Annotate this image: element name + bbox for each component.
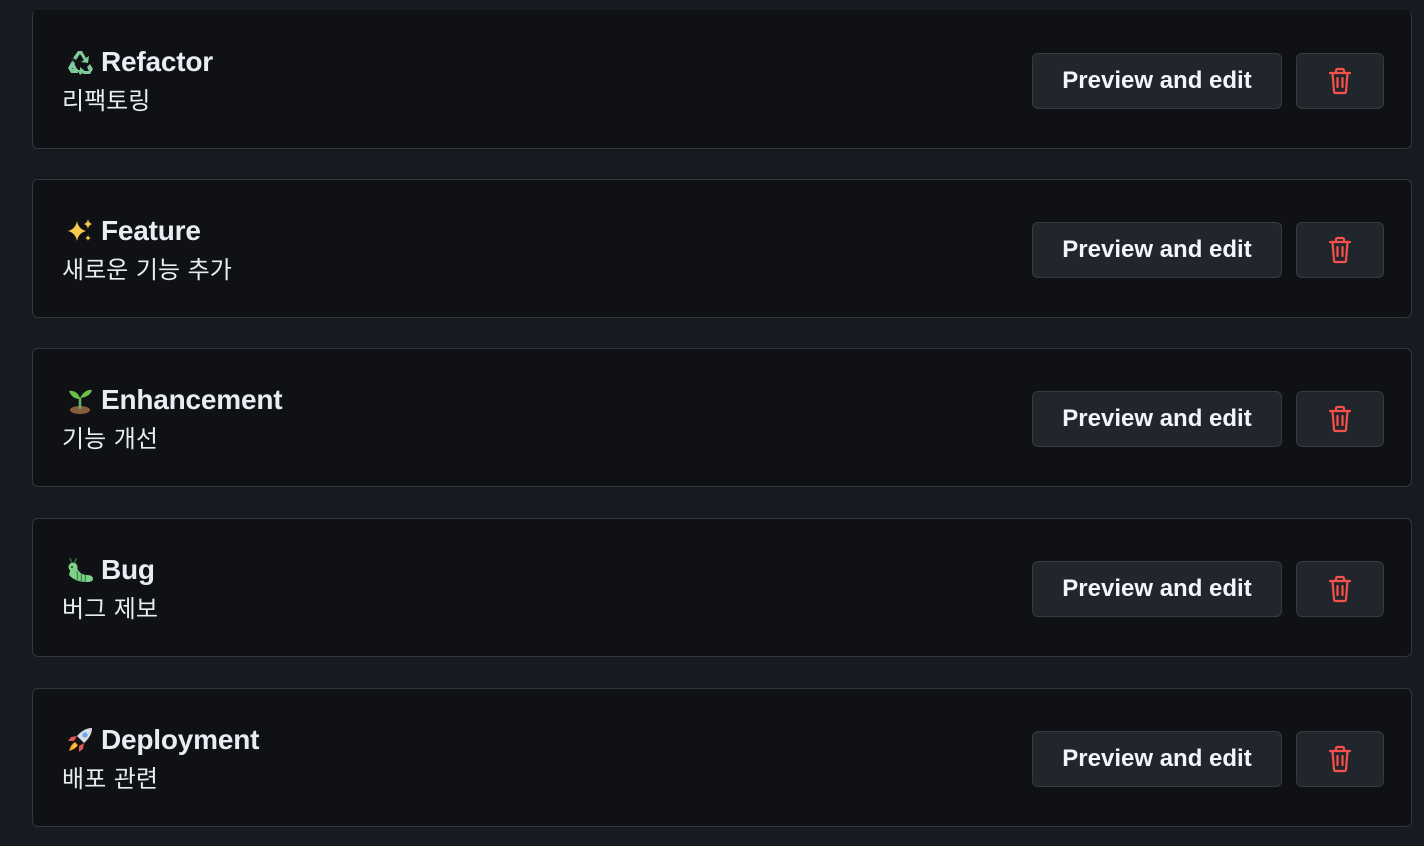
seedling-icon [65, 385, 95, 415]
template-title-row: Enhancement [65, 383, 283, 417]
delete-button[interactable] [1296, 53, 1384, 109]
template-description: 리팩토링 [62, 87, 151, 115]
template-card-deployment: Deployment 배포 관련 Preview and edit [32, 688, 1412, 827]
sparkles-icon [65, 216, 95, 246]
template-title-row: Bug [65, 553, 155, 587]
preview-and-edit-button[interactable]: Preview and edit [1032, 53, 1282, 109]
delete-button[interactable] [1296, 561, 1384, 617]
template-description: 기능 개선 [62, 425, 158, 453]
trash-icon [1328, 67, 1352, 95]
delete-button[interactable] [1296, 391, 1384, 447]
delete-button[interactable] [1296, 731, 1384, 787]
preview-and-edit-button[interactable]: Preview and edit [1032, 561, 1282, 617]
template-title: Deployment [101, 724, 260, 755]
template-title-row: Deployment [65, 723, 259, 757]
issue-template-list: Refactor 리팩토링 Preview and edit Feature 새… [0, 0, 1424, 846]
template-description: 배포 관련 [62, 765, 158, 793]
preview-and-edit-button[interactable]: Preview and edit [1032, 731, 1282, 787]
template-card-enhancement: Enhancement 기능 개선 Preview and edit [32, 348, 1412, 487]
trash-icon [1328, 236, 1352, 264]
rocket-icon [65, 725, 95, 755]
preview-and-edit-button[interactable]: Preview and edit [1032, 222, 1282, 278]
preview-and-edit-button[interactable]: Preview and edit [1032, 391, 1282, 447]
template-description: 새로운 기능 추가 [62, 256, 232, 284]
template-title: Feature [101, 215, 201, 246]
trash-icon [1328, 745, 1352, 773]
template-card-bug: Bug 버그 제보 Preview and edit [32, 518, 1412, 657]
template-title-row: Feature [65, 214, 201, 248]
template-title: Bug [101, 554, 155, 585]
delete-button[interactable] [1296, 222, 1384, 278]
template-title: Enhancement [101, 384, 283, 415]
trash-icon [1328, 405, 1352, 433]
template-card-refactor: Refactor 리팩토링 Preview and edit [32, 10, 1412, 149]
template-title-row: Refactor [65, 45, 213, 79]
template-description: 버그 제보 [62, 595, 158, 623]
template-card-feature: Feature 새로운 기능 추가 Preview and edit [32, 179, 1412, 318]
bug-icon [65, 555, 95, 585]
trash-icon [1328, 575, 1352, 603]
recycle-icon [65, 47, 95, 77]
template-title: Refactor [101, 46, 213, 77]
